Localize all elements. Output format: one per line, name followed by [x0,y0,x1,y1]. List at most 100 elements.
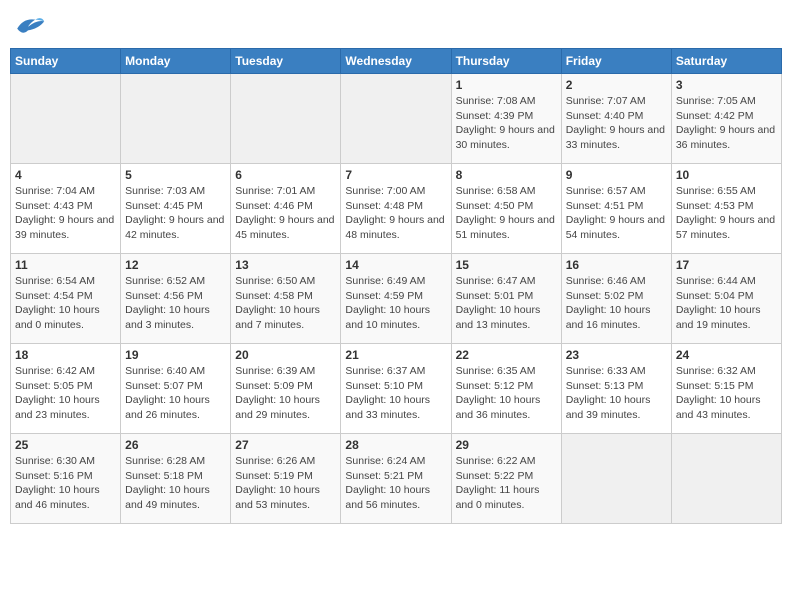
day-number: 28 [345,438,446,452]
day-info: Sunrise: 6:24 AMSunset: 5:21 PMDaylight:… [345,454,446,513]
day-number: 9 [566,168,667,182]
calendar-cell: 2 Sunrise: 7:07 AMSunset: 4:40 PMDaylight… [561,74,671,164]
calendar-week-5: 25 Sunrise: 6:30 AMSunset: 5:16 PMDayligh… [11,434,782,524]
day-number: 29 [456,438,557,452]
day-number: 5 [125,168,226,182]
day-info: Sunrise: 6:35 AMSunset: 5:12 PMDaylight:… [456,364,557,423]
day-number: 22 [456,348,557,362]
day-number: 6 [235,168,336,182]
calendar-cell: 12 Sunrise: 6:52 AMSunset: 4:56 PMDayligh… [121,254,231,344]
day-number: 11 [15,258,116,272]
day-info: Sunrise: 6:46 AMSunset: 5:02 PMDaylight:… [566,274,667,333]
day-number: 18 [15,348,116,362]
calendar-cell: 20 Sunrise: 6:39 AMSunset: 5:09 PMDayligh… [231,344,341,434]
day-number: 21 [345,348,446,362]
day-number: 3 [676,78,777,92]
day-info: Sunrise: 7:05 AMSunset: 4:42 PMDaylight:… [676,94,777,153]
day-number: 16 [566,258,667,272]
page-header [10,10,782,40]
calendar-cell: 19 Sunrise: 6:40 AMSunset: 5:07 PMDayligh… [121,344,231,434]
calendar-body: 1 Sunrise: 7:08 AMSunset: 4:39 PMDaylight… [11,74,782,524]
day-info: Sunrise: 6:32 AMSunset: 5:15 PMDaylight:… [676,364,777,423]
day-info: Sunrise: 6:44 AMSunset: 5:04 PMDaylight:… [676,274,777,333]
day-info: Sunrise: 6:28 AMSunset: 5:18 PMDaylight:… [125,454,226,513]
calendar-cell: 8 Sunrise: 6:58 AMSunset: 4:50 PMDaylight… [451,164,561,254]
calendar-cell: 22 Sunrise: 6:35 AMSunset: 5:12 PMDayligh… [451,344,561,434]
day-number: 1 [456,78,557,92]
day-info: Sunrise: 6:40 AMSunset: 5:07 PMDaylight:… [125,364,226,423]
day-info: Sunrise: 6:55 AMSunset: 4:53 PMDaylight:… [676,184,777,243]
day-info: Sunrise: 6:33 AMSunset: 5:13 PMDaylight:… [566,364,667,423]
day-info: Sunrise: 6:26 AMSunset: 5:19 PMDaylight:… [235,454,336,513]
calendar-cell: 26 Sunrise: 6:28 AMSunset: 5:18 PMDayligh… [121,434,231,524]
calendar-week-3: 11 Sunrise: 6:54 AMSunset: 4:54 PMDayligh… [11,254,782,344]
calendar-cell: 25 Sunrise: 6:30 AMSunset: 5:16 PMDayligh… [11,434,121,524]
day-number: 19 [125,348,226,362]
header-day-sunday: Sunday [11,49,121,74]
day-info: Sunrise: 6:52 AMSunset: 4:56 PMDaylight:… [125,274,226,333]
calendar-cell: 5 Sunrise: 7:03 AMSunset: 4:45 PMDaylight… [121,164,231,254]
calendar-week-2: 4Sunrise: 7:04 AMSunset: 4:43 PMDaylight… [11,164,782,254]
calendar-cell [561,434,671,524]
calendar-cell [671,434,781,524]
day-info: Sunrise: 6:22 AMSunset: 5:22 PMDaylight:… [456,454,557,513]
day-info: Sunrise: 6:50 AMSunset: 4:58 PMDaylight:… [235,274,336,333]
calendar-week-1: 1 Sunrise: 7:08 AMSunset: 4:39 PMDaylight… [11,74,782,164]
calendar-header-row: SundayMondayTuesdayWednesdayThursdayFrid… [11,49,782,74]
day-info: Sunrise: 6:54 AMSunset: 4:54 PMDaylight:… [15,274,116,333]
header-day-saturday: Saturday [671,49,781,74]
day-number: 25 [15,438,116,452]
day-info: Sunrise: 7:03 AMSunset: 4:45 PMDaylight:… [125,184,226,243]
calendar-cell: 27 Sunrise: 6:26 AMSunset: 5:19 PMDayligh… [231,434,341,524]
day-info: Sunrise: 6:37 AMSunset: 5:10 PMDaylight:… [345,364,446,423]
calendar-cell: 7 Sunrise: 7:00 AMSunset: 4:48 PMDaylight… [341,164,451,254]
day-info: Sunrise: 6:49 AMSunset: 4:59 PMDaylight:… [345,274,446,333]
day-info: Sunrise: 6:30 AMSunset: 5:16 PMDaylight:… [15,454,116,513]
day-number: 12 [125,258,226,272]
calendar-cell: 3 Sunrise: 7:05 AMSunset: 4:42 PMDaylight… [671,74,781,164]
day-number: 24 [676,348,777,362]
day-number: 15 [456,258,557,272]
day-info: Sunrise: 6:58 AMSunset: 4:50 PMDaylight:… [456,184,557,243]
day-number: 20 [235,348,336,362]
calendar-cell: 11 Sunrise: 6:54 AMSunset: 4:54 PMDayligh… [11,254,121,344]
day-number: 7 [345,168,446,182]
calendar-cell: 15 Sunrise: 6:47 AMSunset: 5:01 PMDayligh… [451,254,561,344]
day-number: 26 [125,438,226,452]
calendar-cell: 21 Sunrise: 6:37 AMSunset: 5:10 PMDayligh… [341,344,451,434]
day-info: Sunrise: 7:07 AMSunset: 4:40 PMDaylight:… [566,94,667,153]
calendar-cell: 10Sunrise: 6:55 AMSunset: 4:53 PMDayligh… [671,164,781,254]
header-day-thursday: Thursday [451,49,561,74]
day-number: 23 [566,348,667,362]
day-info: Sunrise: 6:47 AMSunset: 5:01 PMDaylight:… [456,274,557,333]
calendar-cell: 18 Sunrise: 6:42 AMSunset: 5:05 PMDayligh… [11,344,121,434]
header-day-friday: Friday [561,49,671,74]
calendar-week-4: 18 Sunrise: 6:42 AMSunset: 5:05 PMDayligh… [11,344,782,434]
day-number: 27 [235,438,336,452]
day-number: 13 [235,258,336,272]
calendar-cell: 1 Sunrise: 7:08 AMSunset: 4:39 PMDaylight… [451,74,561,164]
calendar-cell [11,74,121,164]
day-info: Sunrise: 7:00 AMSunset: 4:48 PMDaylight:… [345,184,446,243]
calendar-cell [121,74,231,164]
logo-icon [10,10,46,40]
day-info: Sunrise: 7:01 AMSunset: 4:46 PMDaylight:… [235,184,336,243]
day-info: Sunrise: 6:57 AMSunset: 4:51 PMDaylight:… [566,184,667,243]
calendar-cell: 9 Sunrise: 6:57 AMSunset: 4:51 PMDaylight… [561,164,671,254]
calendar-cell [341,74,451,164]
day-number: 2 [566,78,667,92]
day-info: Sunrise: 7:08 AMSunset: 4:39 PMDaylight:… [456,94,557,153]
calendar-cell: 28 Sunrise: 6:24 AMSunset: 5:21 PMDayligh… [341,434,451,524]
day-number: 8 [456,168,557,182]
calendar-cell: 14 Sunrise: 6:49 AMSunset: 4:59 PMDayligh… [341,254,451,344]
day-info: Sunrise: 7:04 AMSunset: 4:43 PMDaylight:… [15,184,116,243]
header-day-tuesday: Tuesday [231,49,341,74]
calendar-cell: 16 Sunrise: 6:46 AMSunset: 5:02 PMDayligh… [561,254,671,344]
day-info: Sunrise: 6:42 AMSunset: 5:05 PMDaylight:… [15,364,116,423]
day-number: 14 [345,258,446,272]
day-number: 17 [676,258,777,272]
header-day-monday: Monday [121,49,231,74]
calendar-cell: 4Sunrise: 7:04 AMSunset: 4:43 PMDaylight… [11,164,121,254]
day-info: Sunrise: 6:39 AMSunset: 5:09 PMDaylight:… [235,364,336,423]
calendar-cell: 13 Sunrise: 6:50 AMSunset: 4:58 PMDayligh… [231,254,341,344]
